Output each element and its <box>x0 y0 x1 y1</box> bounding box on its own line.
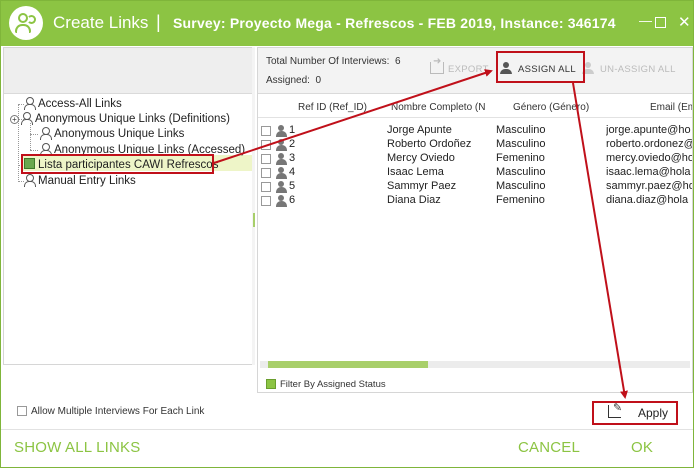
tree-scrollbar-thumb[interactable] <box>253 213 255 227</box>
column-header-ref-id[interactable]: Ref ID (Ref_ID) <box>298 102 388 113</box>
user-icon <box>276 153 288 165</box>
row-checkbox[interactable] <box>261 154 271 164</box>
interviews-grid: 1 Jorge Apunte Masculino jorge.apunte@ho… <box>258 120 692 360</box>
allow-multiple-label: Allow Multiple Interviews For Each Link <box>31 406 205 417</box>
maximize-button[interactable] <box>655 17 666 28</box>
annotation-box-assign-all <box>496 51 585 83</box>
cancel-button[interactable]: CANCEL <box>518 439 580 456</box>
user-icon <box>24 174 36 187</box>
row-checkbox[interactable] <box>261 140 271 150</box>
tree-item-manual-entry[interactable]: Manual Entry Links <box>24 174 136 187</box>
close-button[interactable]: ✕ <box>678 13 691 31</box>
user-icon <box>21 112 33 125</box>
table-row[interactable]: 3 Mercy Oviedo Femenino mercy.oviedo@ho <box>258 152 692 166</box>
column-header-genero[interactable]: Género (Género) <box>513 102 613 113</box>
interviews-toolbar: Total Number Of Interviews: 6 Assigned: … <box>258 48 692 94</box>
row-checkbox[interactable] <box>261 196 271 206</box>
tree-header <box>4 48 253 94</box>
assigned-count: Assigned: 0 <box>266 75 322 86</box>
annotation-box-apply <box>592 401 678 425</box>
user-icon <box>40 127 52 140</box>
tree-item-anonymous-definitions[interactable]: + Anonymous Unique Links (Definitions) <box>10 112 230 125</box>
table-row[interactable]: 4 Isaac Lema Masculino isaac.lema@hola <box>258 166 692 180</box>
table-row[interactable]: 2 Roberto Ordoñez Masculino roberto.ordo… <box>258 138 692 152</box>
export-icon <box>430 56 444 74</box>
title-separator: | <box>156 12 161 32</box>
grid-horizontal-scrollbar-thumb[interactable] <box>268 361 428 368</box>
table-row[interactable]: 5 Sammyr Paez Masculino sammyr.paez@ho <box>258 180 692 194</box>
row-checkbox[interactable] <box>261 182 271 192</box>
create-links-dialog: Create Links | Survey: Proyecto Mega - R… <box>0 0 694 468</box>
survey-title: Survey: Proyecto Mega - Refrescos - FEB … <box>173 15 616 31</box>
grid-header: Ref ID (Ref_ID) Nombre Completo (N Géner… <box>258 96 692 118</box>
tree-scrollbar[interactable] <box>252 47 255 365</box>
user-icon <box>276 167 288 179</box>
column-header-email[interactable]: Email (Em <box>650 102 692 113</box>
show-all-links-button[interactable]: SHOW ALL LINKS <box>14 439 140 456</box>
expand-icon[interactable]: + <box>10 115 19 124</box>
row-checkbox[interactable] <box>261 126 271 136</box>
interviews-panel: Total Number Of Interviews: 6 Assigned: … <box>257 47 693 393</box>
unassign-all-button[interactable]: UN-ASSIGN ALL <box>582 62 676 75</box>
user-icon <box>276 181 288 193</box>
footer-divider <box>1 429 693 430</box>
allow-multiple-checkbox[interactable] <box>17 406 27 416</box>
total-interviews: Total Number Of Interviews: 6 <box>266 56 401 67</box>
tree-item-anonymous-unique[interactable]: Anonymous Unique Links <box>40 127 184 140</box>
user-icon <box>276 139 288 151</box>
minimize-button[interactable]: — <box>639 13 652 28</box>
dialog-title: Create Links <box>53 13 149 32</box>
table-row[interactable]: 6 Diana Diaz Femenino diana.diaz@hola <box>258 194 692 208</box>
links-tree-panel: Access-All Links + Anonymous Unique Links… <box>3 47 255 365</box>
annotation-box-lista <box>21 154 214 174</box>
export-button[interactable]: EXPORT <box>430 56 489 75</box>
row-checkbox[interactable] <box>261 168 271 178</box>
ok-button[interactable]: OK <box>631 439 653 456</box>
user-icon <box>276 125 288 137</box>
title-bar: Create Links | Survey: Proyecto Mega - R… <box>1 1 693 46</box>
filter-assigned-checkbox[interactable] <box>266 379 276 389</box>
column-header-nombre[interactable]: Nombre Completo (N <box>391 102 491 113</box>
table-row[interactable]: 1 Jorge Apunte Masculino jorge.apunte@ho <box>258 124 692 138</box>
tree-item-access-all-links[interactable]: Access-All Links <box>24 97 122 110</box>
user-icon <box>24 97 36 110</box>
user-icon <box>276 195 288 207</box>
users-icon <box>9 6 43 40</box>
filter-assigned-label: Filter By Assigned Status <box>280 379 386 390</box>
